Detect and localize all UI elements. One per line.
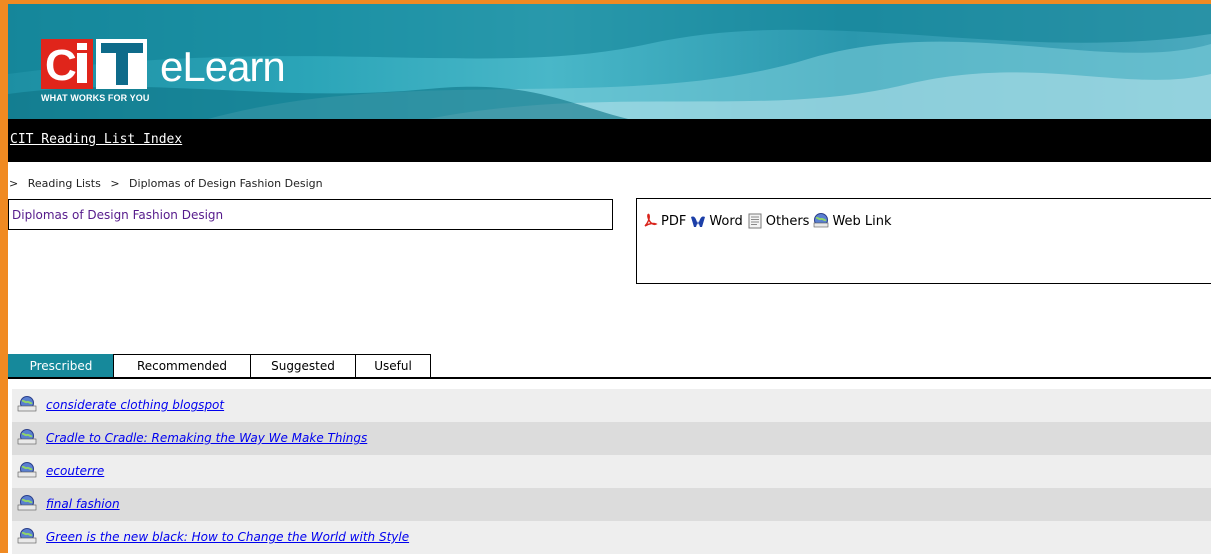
tab-recommended[interactable]: Recommended (113, 354, 251, 378)
document-icon (748, 213, 762, 229)
course-title-box: Diplomas of Design Fashion Design (8, 199, 613, 230)
breadcrumb-separator: > (9, 177, 19, 190)
tab-suggested[interactable]: Suggested (250, 354, 356, 378)
reading-list-index-link[interactable]: CIT Reading List Index (10, 132, 182, 147)
breadcrumb-item-current: Diplomas of Design Fashion Design (129, 177, 323, 190)
app-title: eLearn (160, 43, 286, 90)
legend-label-others: Others (765, 213, 810, 229)
legend-label-web-link: Web Link (832, 213, 892, 229)
list-item: Cradle to Cradle: Remaking the Way We Ma… (12, 422, 1211, 455)
breadcrumb-separator: > (110, 177, 120, 190)
file-type-legend: PDF Word Others Web Link (636, 198, 1211, 284)
tab-useful[interactable]: Useful (355, 354, 431, 378)
logo-tagline: WHAT WORKS FOR YOU (41, 93, 150, 103)
list-item: Green is the new black: How to Change th… (12, 521, 1211, 554)
web-link-icon (17, 462, 37, 478)
cit-logo[interactable]: C WHAT WORKS FOR YOU (41, 39, 149, 107)
globe-icon (814, 213, 829, 228)
pdf-icon (644, 213, 658, 227)
legend-label-word: Word (709, 213, 743, 229)
reading-list: considerate clothing blogspot Cradle to … (12, 389, 1211, 554)
reading-link[interactable]: Green is the new black: How to Change th… (46, 530, 409, 544)
web-link-icon (17, 396, 37, 412)
web-link-icon (17, 429, 37, 445)
tab-prescribed[interactable]: Prescribed (8, 354, 114, 378)
reading-link[interactable]: ecouterre (46, 464, 104, 478)
svg-text:C: C (45, 41, 77, 89)
reading-link[interactable]: Cradle to Cradle: Remaking the Way We Ma… (46, 431, 367, 445)
reading-link[interactable]: considerate clothing blogspot (46, 398, 224, 412)
tab-underline (8, 377, 1211, 379)
list-item: final fashion (12, 488, 1211, 521)
cit-logo-mark: C (41, 39, 147, 89)
legend-label-pdf: PDF (661, 213, 687, 229)
web-link-icon (17, 528, 37, 544)
list-item: ecouterre (12, 455, 1211, 488)
web-link-icon (17, 495, 37, 511)
nav-bar: CIT Reading List Index (8, 119, 1211, 162)
reading-category-tabs: Prescribed Recommended Suggested Useful (8, 354, 431, 378)
word-icon (691, 216, 706, 227)
reading-link[interactable]: final fashion (46, 497, 120, 511)
header-banner: C WHAT WORKS FOR YOU eLearn (8, 4, 1211, 119)
breadcrumb-item-reading-lists[interactable]: Reading Lists (28, 177, 101, 190)
list-item: considerate clothing blogspot (12, 389, 1211, 422)
breadcrumb: > Reading Lists > Diplomas of Design Fas… (9, 177, 329, 190)
course-title: Diplomas of Design Fashion Design (12, 208, 224, 222)
